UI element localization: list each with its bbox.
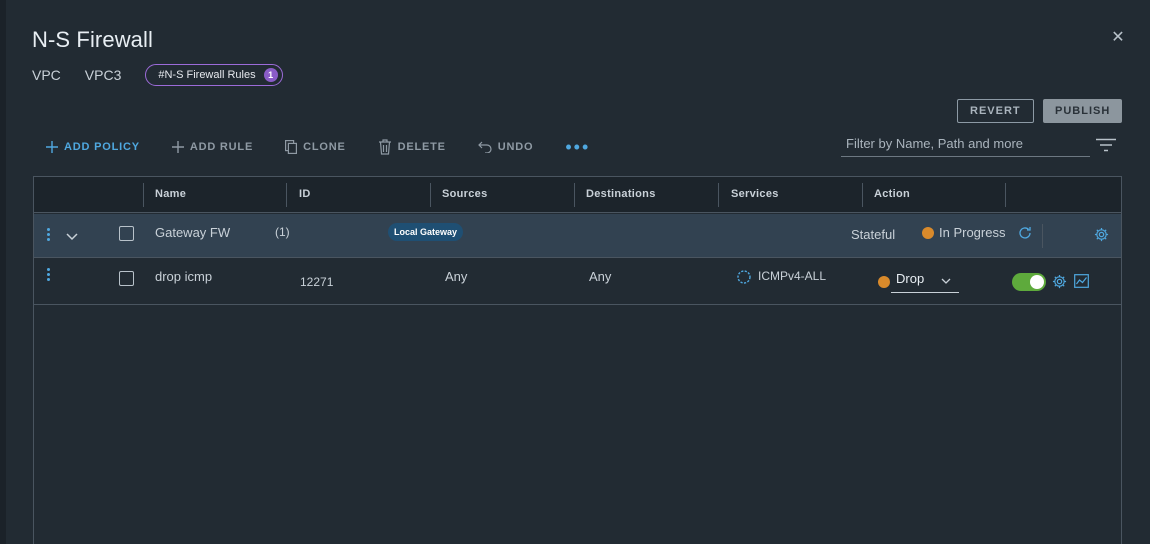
column-divider: [286, 183, 287, 207]
trash-icon: [378, 139, 392, 155]
rules-table: Name ID Sources Destinations Services Ac…: [33, 176, 1122, 544]
undo-button[interactable]: UNDO: [477, 141, 534, 153]
delete-button[interactable]: DELETE: [378, 139, 446, 155]
plus-icon: [171, 141, 184, 153]
chart-icon[interactable]: [1074, 274, 1089, 293]
publish-button[interactable]: PUBLISH: [1043, 99, 1123, 123]
rule-services[interactable]: ICMPv4-ALL: [758, 269, 826, 283]
toggle-knob: [1030, 275, 1044, 289]
column-divider: [574, 183, 575, 207]
rule-id: 12271: [300, 275, 334, 289]
drag-handle-icon[interactable]: [47, 268, 51, 284]
breadcrumb: VPC VPC3 #N-S Firewall Rules 1: [32, 64, 283, 86]
column-header-id[interactable]: ID: [299, 188, 311, 200]
drag-handle-icon[interactable]: [47, 228, 51, 244]
status-dot-icon: [922, 227, 934, 239]
policy-status: In Progress: [922, 225, 1005, 240]
add-policy-label: ADD POLICY: [64, 141, 140, 153]
refresh-icon[interactable]: [1018, 226, 1032, 245]
add-policy-button[interactable]: ADD POLICY: [46, 141, 140, 153]
policy-checkbox[interactable]: [119, 226, 134, 241]
rule-checkbox[interactable]: [119, 271, 134, 286]
action-divider: [1042, 224, 1043, 248]
add-rule-button[interactable]: ADD RULE: [171, 141, 254, 153]
column-divider: [718, 183, 719, 207]
filter-input[interactable]: Filter by Name, Path and more: [841, 133, 1090, 157]
action-select[interactable]: Drop: [891, 271, 959, 293]
close-icon[interactable]: ✕: [1110, 30, 1126, 46]
chevron-down-icon[interactable]: [66, 228, 78, 246]
policy-mode: Stateful: [851, 227, 896, 242]
policy-status-label: In Progress: [939, 225, 1006, 240]
column-header-name[interactable]: Name: [155, 188, 186, 200]
breadcrumb-item-vpc[interactable]: VPC: [32, 67, 61, 83]
table-row[interactable]: drop icmp 12271 Any Any ICMPv4-ALL Drop: [34, 259, 1121, 305]
column-divider: [143, 183, 144, 207]
toolbar: ADD POLICY ADD RULE CLONE DELETE UNDO ••…: [46, 138, 590, 156]
add-rule-label: ADD RULE: [189, 141, 254, 153]
rule-sources[interactable]: Any: [445, 269, 467, 284]
chevron-down-icon: [941, 273, 951, 288]
column-divider: [430, 183, 431, 207]
rule-destinations[interactable]: Any: [589, 269, 611, 284]
delete-label: DELETE: [397, 141, 446, 153]
more-actions-button[interactable]: •••: [565, 138, 590, 156]
filter-icon[interactable]: [1094, 138, 1118, 152]
rules-section-label: #N-S Firewall Rules: [158, 69, 256, 81]
policy-rule-count: (1): [275, 225, 290, 239]
rules-section-pill[interactable]: #N-S Firewall Rules 1: [145, 64, 283, 86]
column-divider: [862, 183, 863, 207]
column-header-action[interactable]: Action: [874, 188, 910, 200]
rules-count-badge: 1: [263, 68, 278, 82]
action-select-value: Drop: [896, 271, 925, 286]
window-edge: [0, 0, 6, 544]
gear-icon[interactable]: [1052, 274, 1067, 294]
plus-icon: [46, 141, 58, 153]
gear-icon[interactable]: [1094, 227, 1109, 247]
rule-name: drop icmp: [155, 269, 213, 284]
column-divider: [1005, 183, 1006, 207]
policy-row[interactable]: Gateway FW (1) Local Gateway Stateful In…: [34, 214, 1121, 258]
breadcrumb-item-vpc3[interactable]: VPC3: [85, 67, 122, 83]
undo-icon: [477, 141, 492, 153]
rule-enabled-toggle[interactable]: [1012, 273, 1046, 291]
undo-label: UNDO: [497, 141, 534, 153]
clone-label: CLONE: [303, 141, 346, 153]
table-header: Name ID Sources Destinations Services Ac…: [34, 177, 1121, 213]
revert-button[interactable]: REVERT: [957, 99, 1034, 123]
column-header-services[interactable]: Services: [731, 188, 779, 200]
page-title: N-S Firewall: [32, 27, 153, 52]
clone-button[interactable]: CLONE: [285, 140, 346, 154]
column-header-destinations[interactable]: Destinations: [586, 188, 656, 200]
policy-name: Gateway FW: [155, 225, 231, 240]
action-status-dot-icon: [878, 276, 890, 288]
policy-scope-tag: Local Gateway: [388, 223, 464, 241]
column-header-sources[interactable]: Sources: [442, 188, 488, 200]
service-icon: [736, 269, 752, 290]
clone-icon: [285, 140, 298, 154]
